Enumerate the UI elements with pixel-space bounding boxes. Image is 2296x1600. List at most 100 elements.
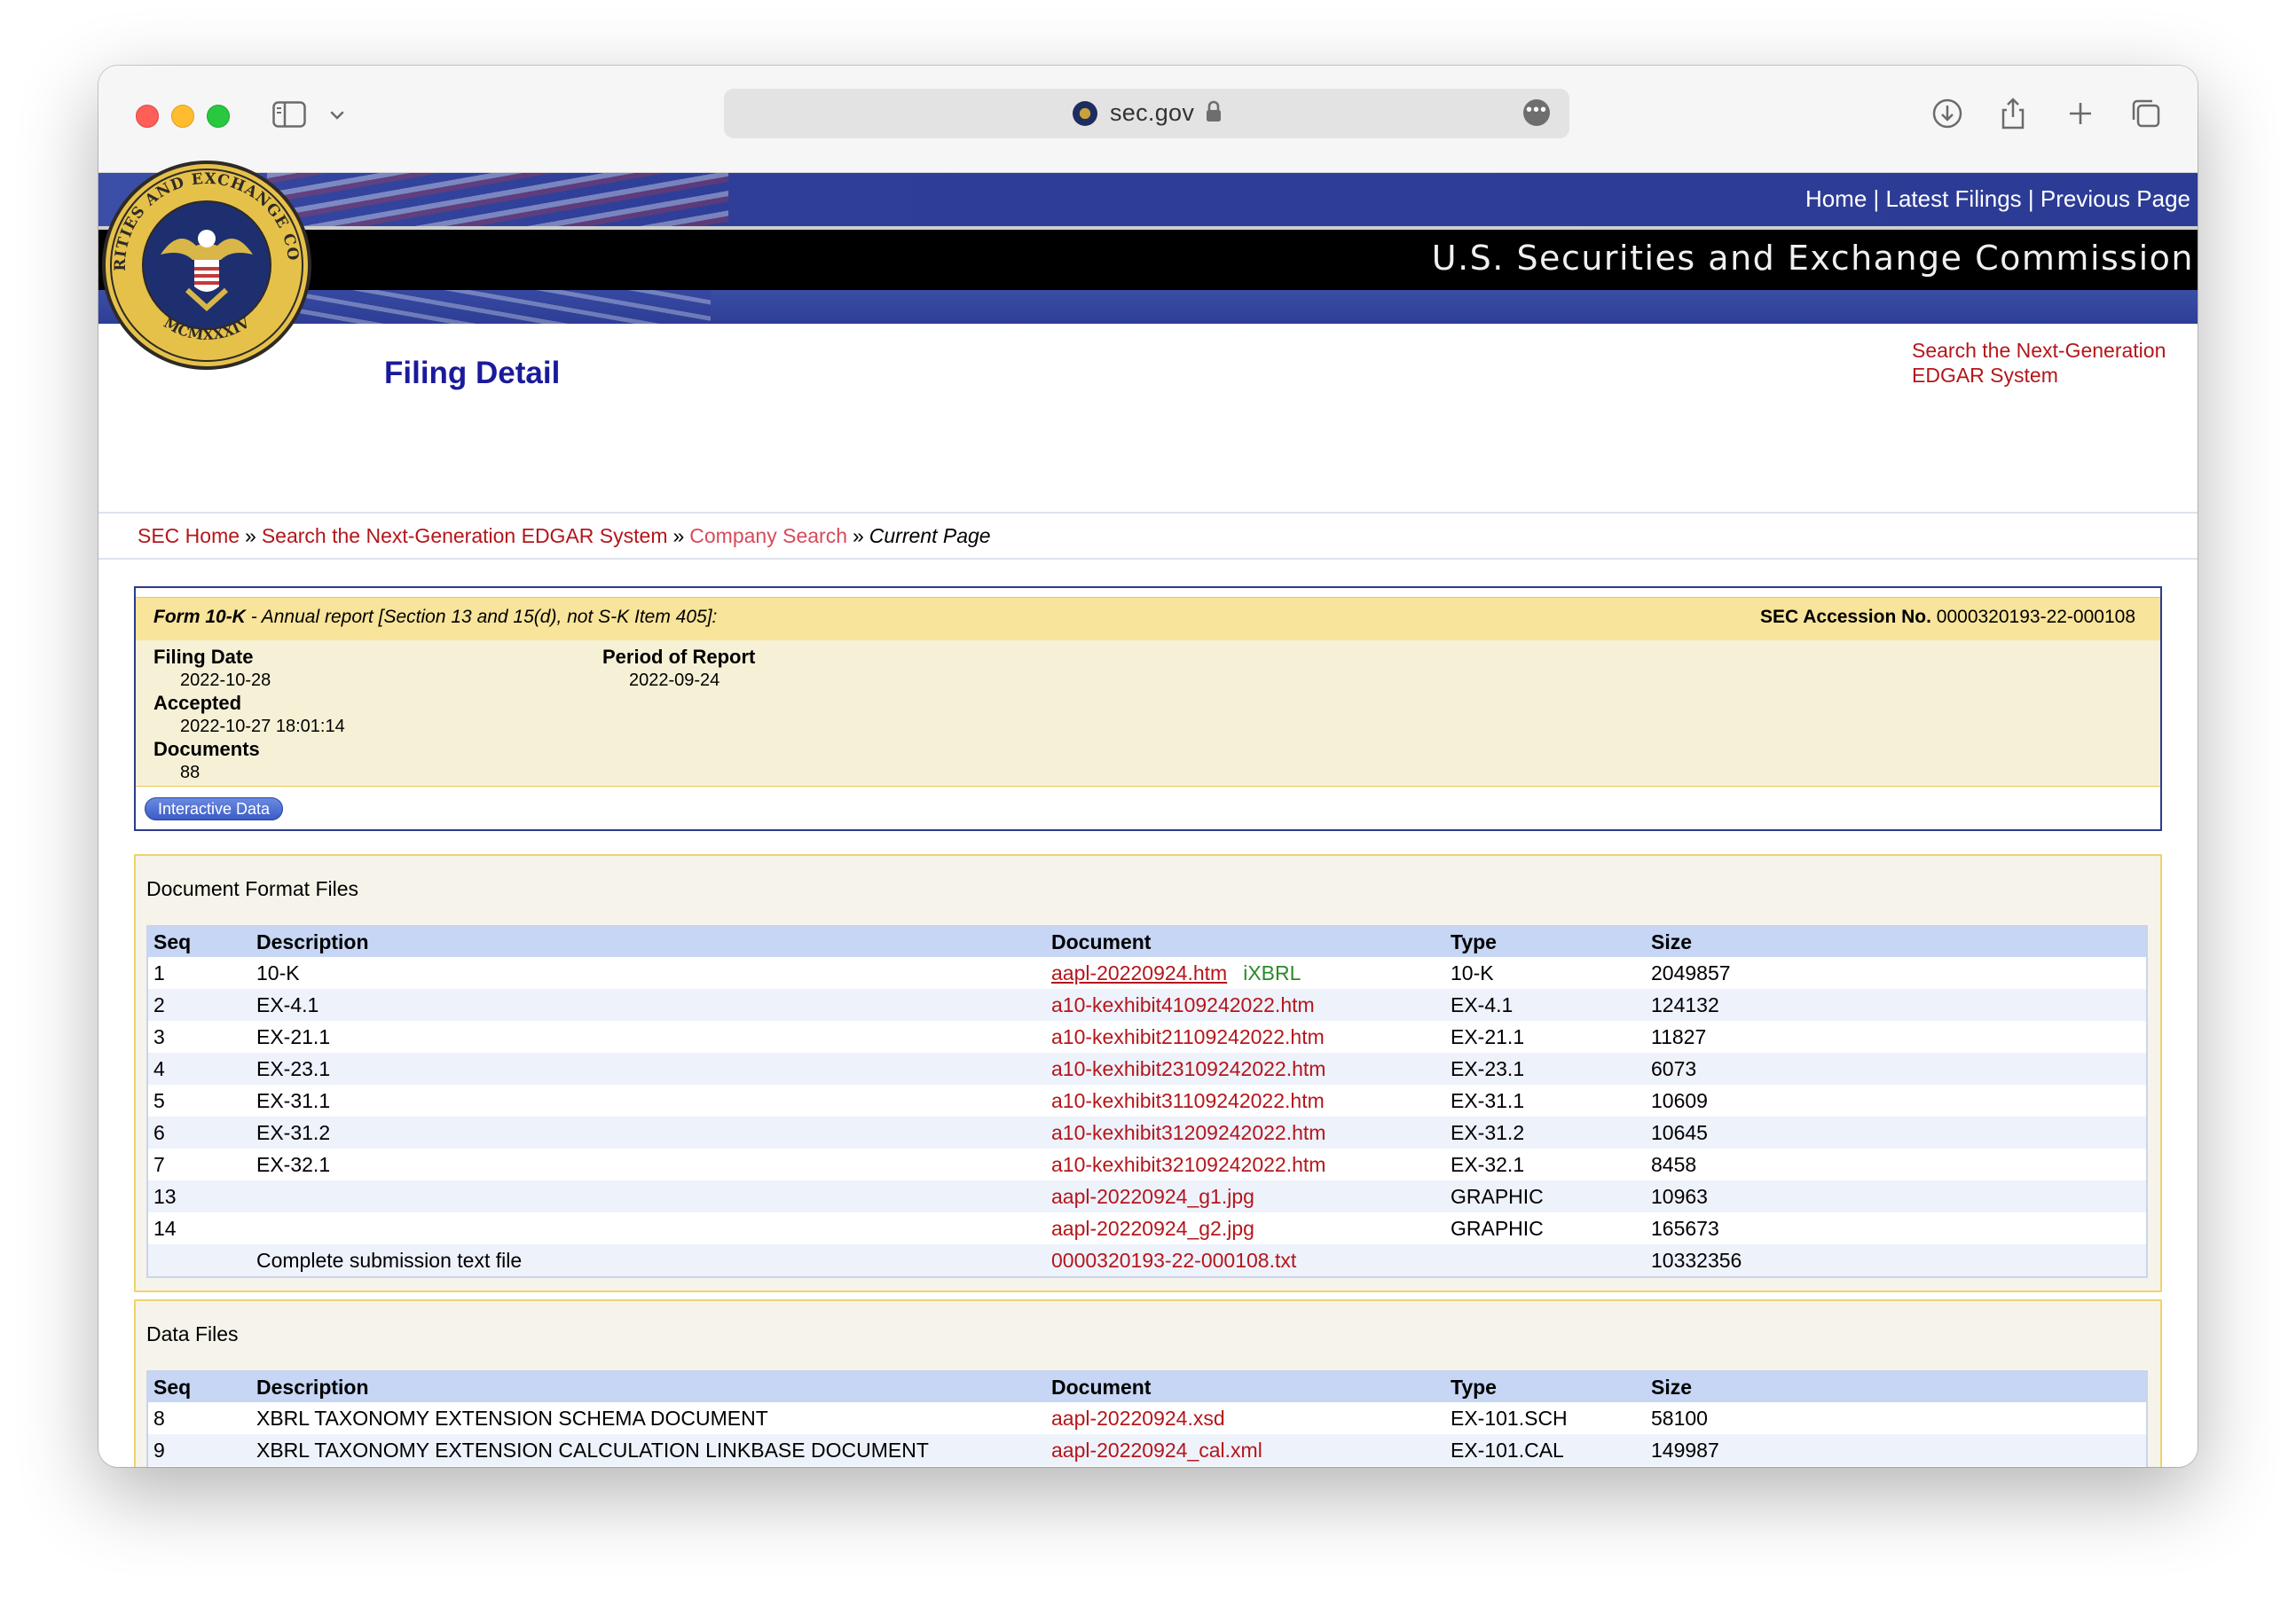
column-header-seq: Seq [147, 926, 251, 957]
cell-document: a10-kexhibit32109242022.htm [1046, 1149, 1445, 1180]
cell-size: 2049857 [1651, 961, 1731, 984]
sidebar-icon[interactable] [272, 101, 306, 128]
document-link[interactable]: aapl-20220924_g1.jpg [1051, 1185, 1254, 1208]
plus-icon[interactable] [2063, 96, 2098, 131]
document-format-files-table: Seq Description Document Type Size 1 10-K… [146, 925, 2148, 1278]
filing-date-value: 2022-10-28 [180, 671, 271, 690]
download-icon[interactable] [1930, 96, 1965, 131]
cell-description: EX-32.1 [256, 1152, 331, 1176]
column-header-type: Type [1445, 926, 1646, 957]
document-format-files-box: Document Format Files Seq Description Do… [134, 854, 2162, 1292]
breadcrumb-separator: » [245, 524, 256, 547]
form-header: Form 10-K - Annual report [Section 13 an… [136, 597, 2160, 641]
more-icon[interactable]: ••• [1523, 99, 1550, 126]
cell-document: a10-kexhibit21109242022.htm [1046, 1021, 1445, 1053]
column-header-size: Size [1646, 926, 2147, 957]
document-link[interactable]: aapl-20220924_g2.jpg [1051, 1217, 1254, 1240]
banner-title: U.S. Securities and Exchange Commission [1431, 239, 2194, 278]
nav-previous-page-link[interactable]: Previous Page [2040, 185, 2190, 212]
document-link[interactable]: aapl-20220924_cal.xml [1051, 1439, 1262, 1462]
nextgen-edgar-link[interactable]: Search the Next-Generation EDGAR System [1912, 338, 2178, 388]
cell-description: XBRL TAXONOMY EXTENSION SCHEMA DOCUMENT [256, 1406, 768, 1430]
sec-favicon-icon [1073, 101, 1097, 126]
cell-size: 11827 [1651, 1024, 1707, 1048]
column-header-description: Description [251, 926, 1046, 957]
cell-type: 10-K [1451, 961, 1494, 984]
nav-latest-filings-link[interactable]: Latest Filings [1886, 185, 2022, 212]
document-format-files-caption: Document Format Files [146, 877, 359, 900]
document-link[interactable]: 0000320193-22-000108.txt [1051, 1249, 1296, 1272]
divider [98, 558, 2198, 560]
data-files-box: Data Files Seq Description Document Type… [134, 1299, 2162, 1467]
minimize-window-button[interactable] [171, 105, 194, 128]
table-row: 4 EX-23.1 a10-kexhibit23109242022.htm EX-23… [147, 1053, 2147, 1085]
cell-size: 6073 [1646, 1053, 2147, 1085]
tabs-overview-icon[interactable] [2128, 96, 2164, 131]
cell-document: aapl-20220924.htm iXBRL [1046, 957, 1445, 989]
column-header-size: Size [1646, 1371, 2147, 1402]
table-row: 3 EX-21.1 a10-kexhibit21109242022.htm EX-21… [147, 1021, 2147, 1053]
breadcrumb-nextgen-search[interactable]: Search the Next-Generation EDGAR System [262, 524, 668, 547]
accepted-label: Accepted [153, 692, 242, 714]
accepted-value: 2022-10-27 18:01:14 [180, 717, 345, 736]
cell-size: 252038 [1646, 1466, 2147, 1467]
cell-document: a10-kexhibit23109242022.htm [1046, 1053, 1445, 1085]
cell-size: 10332356 [1646, 1244, 2147, 1277]
close-window-button[interactable] [136, 105, 159, 128]
document-link[interactable]: a10-kexhibit31209242022.htm [1051, 1121, 1325, 1144]
documents-value: 88 [180, 763, 201, 782]
sec-seal-logo[interactable]: U.S. SECURITIES AND EXCHANGE COMMISSION … [98, 157, 315, 373]
chevron-down-icon[interactable] [327, 106, 347, 124]
column-header-type: Type [1445, 1371, 1646, 1402]
cell-description: EX-23.1 [251, 1053, 1046, 1085]
cell-description: EX-4.1 [251, 989, 1046, 1021]
cell-type: EX-101.DEF [1445, 1466, 1646, 1467]
page-title: Filing Detail [384, 356, 561, 390]
ixbrl-link[interactable]: iXBRL [1243, 961, 1301, 984]
cell-type: EX-23.1 [1445, 1053, 1646, 1085]
cell-seq: 4 [147, 1053, 251, 1085]
breadcrumb-company-search[interactable]: Company Search [689, 524, 847, 547]
documents-label: Documents [153, 738, 260, 760]
nav-separator: | [2021, 185, 2040, 212]
column-header-description: Description [251, 1371, 1046, 1402]
accession-value: 0000320193-22-000108 [1936, 607, 2135, 627]
breadcrumb-separator: » [672, 524, 685, 547]
cell-description: 10-K [256, 961, 300, 984]
cell-size: 10609 [1651, 1088, 1708, 1112]
zoom-window-button[interactable] [207, 105, 230, 128]
document-link[interactable]: aapl-20220924.xsd [1051, 1407, 1225, 1430]
share-icon[interactable] [1995, 96, 2031, 131]
document-link[interactable]: a10-kexhibit21109242022.htm [1051, 1025, 1325, 1048]
cell-document: aapl-20220924_cal.xml [1046, 1434, 1445, 1466]
cell-description: XBRL TAXONOMY EXTENSION DEFINITION LINKB… [251, 1466, 1046, 1467]
cell-type: EX-101.SCH [1451, 1406, 1568, 1430]
document-link[interactable]: aapl-20220924.htm [1051, 961, 1227, 984]
interactive-data-button[interactable]: Interactive Data [145, 797, 284, 820]
breadcrumb-sec-home[interactable]: SEC Home [138, 524, 240, 547]
lock-icon [1207, 100, 1221, 122]
data-files-caption: Data Files [146, 1322, 239, 1345]
document-link[interactable]: a10-kexhibit32109242022.htm [1051, 1153, 1325, 1176]
document-link[interactable]: a10-kexhibit23109242022.htm [1051, 1057, 1325, 1080]
cell-description [251, 1212, 1046, 1244]
cell-type: EX-31.1 [1451, 1088, 1525, 1112]
table-header-row: Seq Description Document Type Size [147, 1371, 2147, 1402]
address-bar-text[interactable]: sec.gov [1110, 99, 1194, 127]
cell-seq: 2 [147, 989, 251, 1021]
cell-type: GRAPHIC [1445, 1180, 1646, 1212]
document-link[interactable]: a10-kexhibit31109242022.htm [1051, 1089, 1325, 1112]
nav-home-link[interactable]: Home [1805, 185, 1867, 212]
cell-size: 8458 [1651, 1152, 1697, 1176]
cell-type: EX-4.1 [1445, 989, 1646, 1021]
accession-label: SEC Accession No. [1759, 607, 1931, 627]
cell-description: EX-31.1 [256, 1088, 331, 1112]
filing-date-label: Filing Date [153, 646, 254, 668]
cell-document: aapl-20220924_def.xml [1046, 1466, 1445, 1467]
cell-seq: 3 [153, 1024, 165, 1048]
document-link[interactable]: a10-kexhibit4109242022.htm [1051, 993, 1315, 1016]
cell-document: 0000320193-22-000108.txt [1046, 1244, 1445, 1277]
period-value: 2022-09-24 [629, 671, 720, 690]
table-row: 6 EX-31.2 a10-kexhibit31209242022.htm EX-31… [147, 1117, 2147, 1149]
cell-seq: 5 [153, 1088, 165, 1112]
